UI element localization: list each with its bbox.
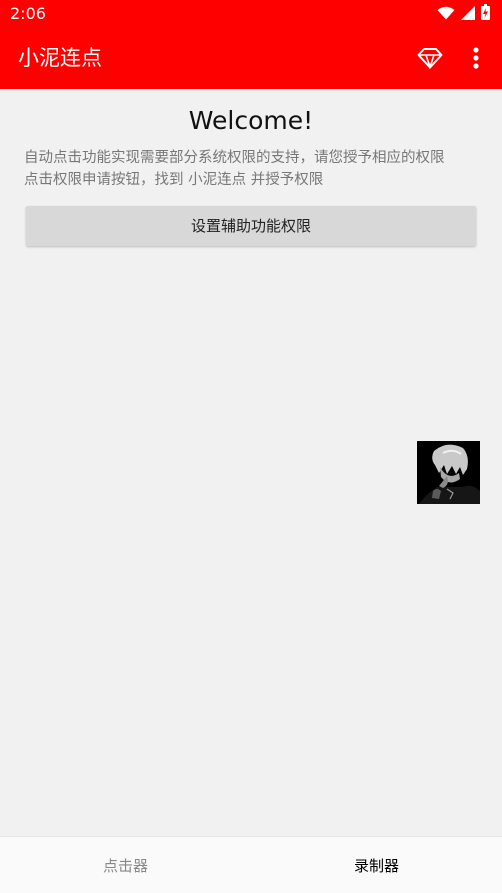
anime-avatar-image	[417, 441, 480, 504]
app-title: 小泥连点	[18, 46, 102, 70]
intro-line-1: 自动点击功能实现需要部分系统权限的支持，请您授予相应的权限	[24, 150, 445, 166]
grant-accessibility-button[interactable]: 设置辅助功能权限	[26, 206, 476, 246]
wifi-icon	[437, 5, 455, 24]
welcome-heading: Welcome!	[188, 106, 314, 135]
floating-avatar-widget[interactable]	[417, 441, 480, 504]
status-bar: 2:06	[0, 0, 502, 28]
bottom-navigation: 点击器 录制器	[0, 836, 502, 893]
battery-icon	[481, 4, 490, 24]
gem-icon[interactable]	[414, 42, 446, 74]
tab-recorder[interactable]: 录制器	[251, 837, 502, 893]
status-time: 2:06	[10, 4, 46, 23]
permission-intro: 自动点击功能实现需要部分系统权限的支持，请您授予相应的权限 点击权限申请按钮，找…	[24, 147, 486, 191]
tab-clicker[interactable]: 点击器	[0, 837, 251, 893]
signal-icon	[461, 5, 475, 24]
intro-line-2: 点击权限申请按钮，找到 小泥连点 并授予权限	[24, 172, 324, 188]
app-bar: 小泥连点	[0, 28, 502, 89]
status-icons	[437, 4, 490, 24]
more-vert-icon[interactable]	[460, 42, 492, 74]
